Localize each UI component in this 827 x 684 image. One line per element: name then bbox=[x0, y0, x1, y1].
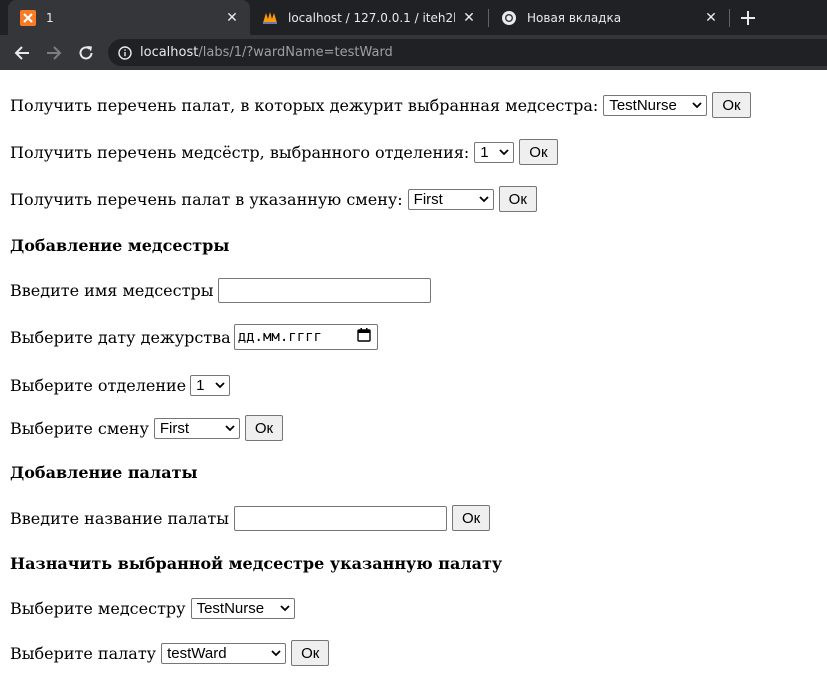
nurse-name-row: Введите имя медсестры bbox=[10, 277, 436, 303]
department-select[interactable]: 1 bbox=[190, 374, 231, 396]
duty-date-input[interactable]: дд.мм.гггг bbox=[233, 324, 378, 350]
field-label: Выберите дату дежурства bbox=[10, 327, 231, 347]
tab-strip: 1 ✕ localhost / 127.0.0.1 / iteh2lb1var … bbox=[0, 0, 827, 35]
submit-button[interactable]: Ок bbox=[519, 139, 558, 165]
chevron-down-icon bbox=[225, 423, 235, 433]
field-label: Выберите медсестру bbox=[10, 598, 186, 618]
tab-separator bbox=[729, 9, 730, 27]
arrow-left-icon bbox=[14, 46, 29, 60]
chevron-down-icon bbox=[279, 603, 290, 613]
duty-date-row: Выберите дату дежурства дд.мм.гггг bbox=[10, 324, 378, 350]
assign-ward-button[interactable]: Ок bbox=[291, 640, 330, 666]
field-label: Выберите палату bbox=[10, 643, 157, 663]
query-nurses-by-department: Получить перечень медсёстр, выбранного о… bbox=[10, 139, 558, 165]
add-ward-button[interactable]: Ок bbox=[452, 505, 491, 531]
field-label: Получить перечень палат, в которых дежур… bbox=[10, 95, 599, 115]
add-nurse-button[interactable]: Ок bbox=[244, 415, 284, 441]
plus-icon bbox=[741, 11, 755, 25]
field-label: Получить перечень медсёстр, выбранного о… bbox=[10, 142, 470, 162]
chevron-down-icon bbox=[692, 100, 702, 110]
ward-name-row: Введите название палаты Ок bbox=[10, 505, 491, 531]
field-label: Получить перечень палат в указанную смен… bbox=[10, 189, 403, 209]
shift-row: Выберите смену First Ок bbox=[10, 415, 284, 441]
tab-new-tab[interactable]: Новая вкладка ✕ bbox=[489, 0, 729, 35]
field-label: Введите название палаты bbox=[10, 508, 230, 528]
field-label: Введите имя медсестры bbox=[10, 280, 214, 300]
close-icon[interactable]: ✕ bbox=[703, 10, 719, 26]
assign-ward-select[interactable]: testWard bbox=[161, 642, 287, 664]
select-value: First bbox=[159, 419, 190, 437]
new-tab-button[interactable] bbox=[736, 6, 760, 30]
select-value: 1 bbox=[480, 143, 489, 161]
shift-select[interactable]: First bbox=[153, 417, 240, 439]
url-path: /labs/1/?wardName=testWard bbox=[198, 45, 393, 60]
reload-icon bbox=[79, 46, 93, 60]
info-icon[interactable] bbox=[118, 45, 132, 60]
submit-button[interactable]: Ок bbox=[712, 92, 751, 118]
phpmyadmin-icon bbox=[262, 10, 278, 26]
assign-nurse-row: Выберите медсестру TestNurse bbox=[10, 595, 300, 621]
shift-select[interactable]: First bbox=[407, 188, 494, 210]
field-label: Выберите отделение bbox=[10, 375, 187, 395]
select-value: 1 bbox=[196, 376, 205, 394]
tab-1[interactable]: 1 ✕ bbox=[8, 0, 250, 35]
assign-nurse-select[interactable]: TestNurse bbox=[190, 597, 295, 619]
date-placeholder: дд.мм.гггг bbox=[237, 329, 322, 345]
department-row: Выберите отделение 1 bbox=[10, 372, 235, 398]
back-button[interactable] bbox=[9, 40, 35, 66]
chevron-down-icon bbox=[271, 648, 281, 658]
nurse-name-input[interactable] bbox=[218, 277, 432, 303]
query-wards-by-nurse: Получить перечень палат, в которых дежур… bbox=[10, 92, 751, 118]
section-heading-add-ward: Добавление палаты bbox=[10, 463, 198, 482]
field-label: Выберите смену bbox=[10, 418, 149, 438]
select-value: TestNurse bbox=[196, 599, 265, 617]
close-icon[interactable]: ✕ bbox=[224, 10, 240, 26]
forward-button[interactable] bbox=[41, 40, 67, 66]
tab-title: Новая вкладка bbox=[527, 10, 622, 25]
nurse-select[interactable]: TestNurse bbox=[603, 94, 708, 116]
url-host: localhost bbox=[140, 45, 199, 60]
calendar-icon[interactable] bbox=[357, 328, 371, 346]
select-value: First bbox=[413, 190, 443, 208]
select-value: TestNurse bbox=[609, 96, 677, 114]
query-wards-by-shift: Получить перечень палат в указанную смен… bbox=[10, 186, 537, 212]
submit-button[interactable]: Ок bbox=[498, 186, 537, 212]
arrow-right-icon bbox=[47, 46, 62, 60]
page-content: Получить перечень палат, в которых дежур… bbox=[0, 70, 827, 684]
close-icon[interactable]: ✕ bbox=[461, 10, 477, 26]
section-heading-add-nurse: Добавление медсестры bbox=[10, 236, 230, 255]
address-bar[interactable]: localhost/labs/1/?wardName=testWard bbox=[108, 39, 827, 66]
tab-phpmyadmin[interactable]: localhost / 127.0.0.1 / iteh2lb1var ✕ bbox=[250, 0, 487, 35]
reload-button[interactable] bbox=[73, 40, 99, 66]
chevron-down-icon bbox=[479, 194, 489, 204]
tab-title: localhost / 127.0.0.1 / iteh2lb1var bbox=[288, 10, 455, 25]
browser-toolbar: localhost/labs/1/?wardName=testWard bbox=[0, 35, 827, 70]
section-heading-assign: Назначить выбранной медсестре указанную … bbox=[10, 554, 503, 573]
select-value: testWard bbox=[167, 644, 227, 662]
department-select[interactable]: 1 bbox=[474, 141, 515, 163]
chevron-down-icon bbox=[215, 380, 225, 390]
xampp-icon bbox=[20, 9, 36, 26]
chrome-icon bbox=[501, 10, 517, 26]
ward-name-input[interactable] bbox=[234, 505, 448, 531]
chevron-down-icon bbox=[499, 147, 509, 157]
assign-ward-row: Выберите палату testWard Ок bbox=[10, 640, 330, 666]
tab-title: 1 bbox=[46, 10, 54, 25]
